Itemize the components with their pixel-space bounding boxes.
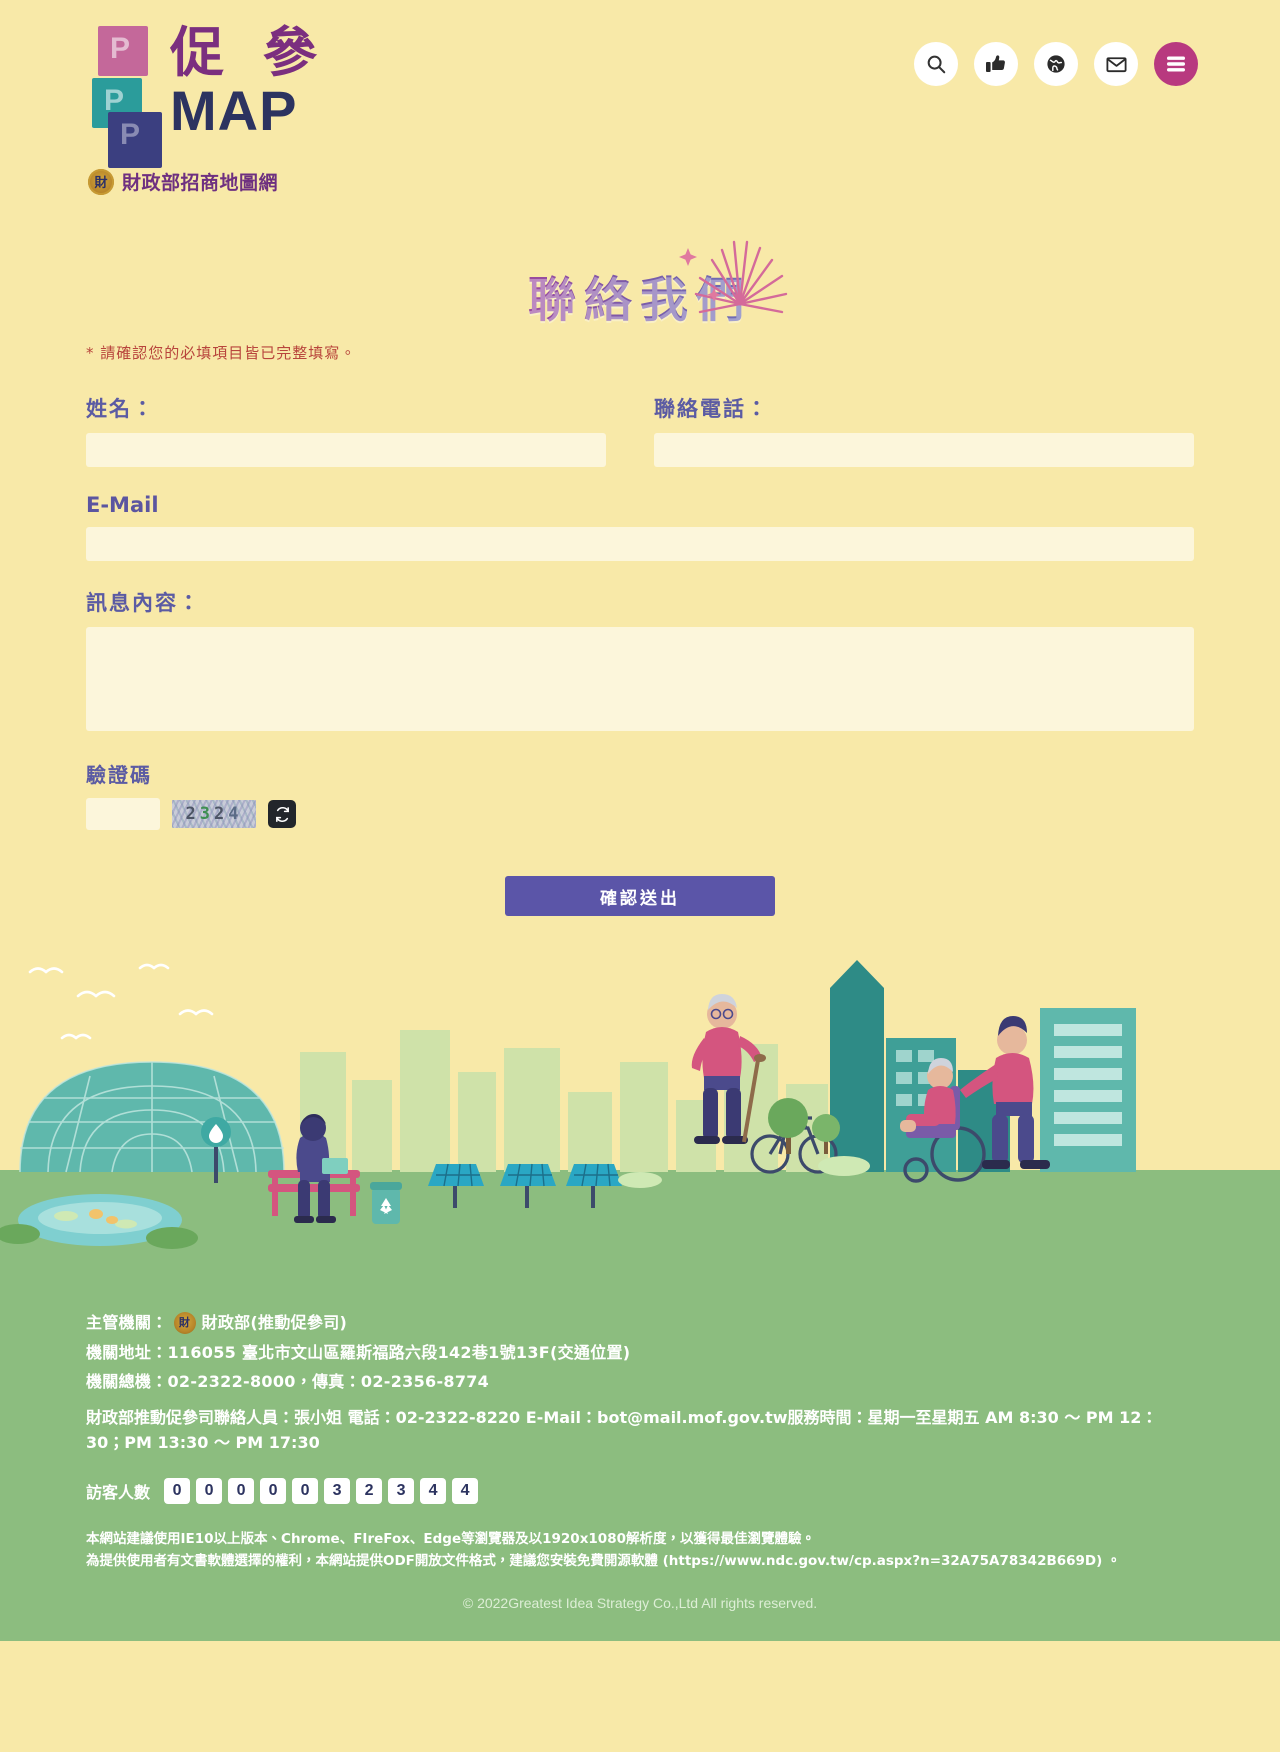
captcha-image: 2324 [172, 800, 256, 828]
site-footer: 主管機關： 財政部(推動促參司) 機關地址：116055 臺北市文山區羅斯福路六… [0, 1302, 1280, 1641]
visitor-digit: 0 [164, 1477, 191, 1504]
contact-form: * 請確認您的必填項目皆已完整填寫。 姓名： 聯絡電話： E-Mail 訊息內容… [0, 342, 1280, 916]
footer-address: 機關地址：116055 臺北市文山區羅斯福路六段142巷1號13F(交通位置) [86, 1342, 631, 1362]
logo-block-navy: P [108, 112, 162, 168]
browser-note-line-2: 為提供使用者有文書軟體選擇的權利，本網站提供ODF開放文件格式，建議您安裝免費開… [86, 1553, 1121, 1570]
captcha-refresh-button[interactable] [268, 800, 296, 828]
page-title: 聯絡我們 [528, 216, 752, 330]
browser-note-line-1: 本網站建議使用IE10以上版本、Chrome、FIreFox、Edge等瀏覽器及… [86, 1530, 815, 1547]
phone-input[interactable] [654, 433, 1194, 467]
name-phone-row: 姓名： 聯絡電話： [86, 393, 1194, 467]
hamburger-menu-icon[interactable] [1154, 42, 1198, 86]
visitor-counter: 訪客人數 0000032344 [86, 1477, 1194, 1504]
message-textarea[interactable] [86, 627, 1194, 731]
footer-phone-fax: 機關總機：02-2322-8000，傳真：02-2356-8774 [86, 1372, 490, 1392]
name-label: 姓名： [86, 397, 155, 421]
visitor-digit: 2 [356, 1477, 383, 1504]
search-icon[interactable] [914, 42, 958, 86]
logo-block-letter: P [120, 118, 141, 151]
logo-map-wordmark: MAP [170, 79, 298, 142]
globe-icon[interactable] [1034, 42, 1078, 86]
footer-authority-line: 主管機關： 財政部(推動促參司) [86, 1308, 1194, 1338]
visitor-digit-group: 0000032344 [164, 1477, 479, 1504]
captcha-input[interactable] [86, 798, 160, 830]
mail-icon[interactable] [1094, 42, 1138, 86]
visitor-digit: 0 [228, 1477, 255, 1504]
footer-authority-name: 財政部(推動促參司) [201, 1313, 348, 1332]
phone-label: 聯絡電話： [654, 397, 769, 421]
site-header: P P P 促 參 MAP 財政部招商地圖網 [0, 0, 1280, 210]
visitor-counter-label: 訪客人數 [86, 1482, 151, 1502]
phone-field-group: 聯絡電話： [640, 393, 1194, 467]
message-field-group: 訊息內容： [86, 587, 1194, 731]
name-input[interactable] [86, 433, 606, 467]
footer-contact-person: 財政部推動促參司聯絡人員：張小姐 電話：02-2322-8220 E-Mail：… [86, 1407, 1158, 1453]
site-logo[interactable]: P P P 促 參 MAP 財政部招商地圖網 [86, 26, 346, 195]
browser-support-note: 本網站建議使用IE10以上版本、Chrome、FIreFox、Edge等瀏覽器及… [86, 1528, 1194, 1573]
logo-block-pink: P [98, 26, 148, 76]
email-field-group: E-Mail [86, 493, 1194, 561]
email-label: E-Mail [86, 493, 159, 517]
logo-blocks-mark: P P P [86, 26, 162, 168]
page-title-block: 聯絡我們 [0, 216, 1280, 336]
mof-seal-icon [173, 1311, 196, 1334]
visitor-digit: 4 [452, 1477, 479, 1504]
visitor-digit: 4 [420, 1477, 447, 1504]
visitor-digit: 0 [292, 1477, 319, 1504]
logo-chinese-title: 促 參 [170, 21, 327, 84]
message-label: 訊息內容： [86, 591, 201, 615]
visitor-digit: 3 [388, 1477, 415, 1504]
visitor-digit: 3 [324, 1477, 351, 1504]
captcha-label: 驗證碼 [86, 763, 152, 787]
city-park-illustration [0, 952, 1280, 1302]
thumbs-up-icon[interactable] [974, 42, 1018, 86]
visitor-digit: 0 [260, 1477, 287, 1504]
visitor-digit: 0 [196, 1477, 223, 1504]
illustration-svg [0, 952, 1280, 1302]
logo-block-letter: P [110, 32, 131, 65]
submit-button[interactable]: 確認送出 [505, 876, 775, 916]
required-note: * 請確認您的必填項目皆已完整填寫。 [86, 344, 357, 362]
submit-row: 確認送出 [86, 876, 1194, 916]
captcha-row: 2324 [86, 798, 1194, 830]
copyright-text: © 2022Greatest Idea Strategy Co.,Ltd All… [462, 1594, 818, 1611]
footer-authority-label: 主管機關： [86, 1313, 168, 1332]
logo-subtitle: 財政部招商地圖網 [122, 172, 279, 194]
header-icon-bar [914, 42, 1198, 86]
mof-seal-icon [88, 168, 114, 195]
email-input[interactable] [86, 527, 1194, 561]
contact-page: P P P 促 參 MAP 財政部招商地圖網 [0, 0, 1280, 1752]
name-field-group: 姓名： [86, 393, 640, 467]
